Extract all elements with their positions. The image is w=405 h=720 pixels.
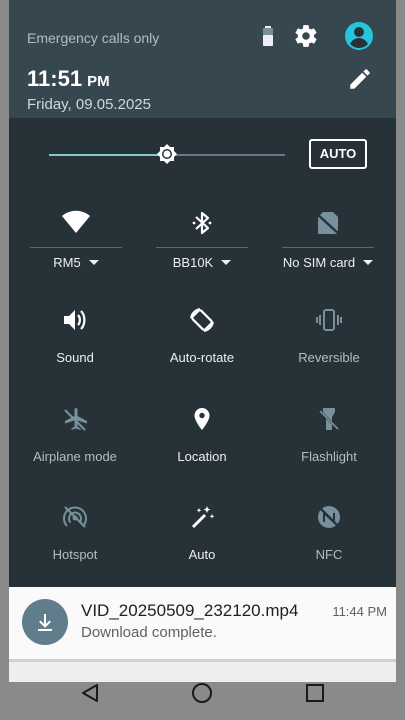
brightness-auto-button[interactable]: AUTO (309, 139, 367, 169)
wifi-icon (62, 210, 90, 233)
magic-wand-icon (191, 506, 215, 529)
chevron-down-icon[interactable] (88, 260, 99, 266)
navigation-bar (0, 682, 405, 720)
quick-settings-header: Emergency calls only 11:51 PM Friday, 09.… (9, 0, 396, 118)
sim-label: No SIM card (282, 255, 356, 270)
tile-label: NFC (315, 547, 343, 562)
next-notification-peek[interactable] (9, 659, 396, 682)
home-button[interactable] (172, 682, 232, 706)
notification-subtitle: Download complete. (81, 624, 217, 641)
recents-button[interactable] (285, 682, 345, 706)
back-button[interactable] (60, 682, 120, 706)
tile-airplane-mode[interactable]: Airplane mode (13, 405, 137, 464)
tile-label: Sound (56, 350, 94, 365)
tile-flashlight[interactable]: Flashlight (267, 405, 391, 464)
download-icon (38, 614, 52, 631)
brightness-fill (49, 154, 167, 156)
clock: 11:51 PM (27, 66, 110, 92)
divider (30, 247, 122, 248)
tile-reversible[interactable]: Reversible (267, 306, 391, 365)
notification-time: 11:44 PM (332, 604, 387, 619)
date: Friday, 09.05.2025 (27, 96, 151, 113)
home-icon (192, 683, 212, 703)
carrier-status: Emergency calls only (27, 30, 160, 46)
chevron-down-icon[interactable] (221, 260, 232, 266)
rotate-icon (190, 308, 214, 332)
back-icon (82, 684, 98, 702)
account-icon[interactable] (344, 21, 374, 51)
no-sim-icon (316, 212, 340, 235)
tile-nfc[interactable]: NFC (267, 503, 391, 562)
tile-label: Flashlight (301, 449, 357, 464)
clock-ampm: PM (87, 73, 110, 90)
quick-settings-panel: Emergency calls only 11:51 PM Friday, 09.… (9, 0, 396, 682)
divider (9, 659, 396, 662)
tile-location[interactable]: Location (140, 405, 264, 464)
tile-wifi[interactable]: RM5 (17, 208, 135, 270)
hotspot-off-icon (63, 506, 87, 528)
tile-label: Reversible (298, 350, 360, 365)
volume-icon (64, 310, 86, 330)
notification-title: VID_20250509_232120.mp4 (81, 601, 299, 620)
divider (156, 247, 248, 248)
tile-label: Location (177, 449, 227, 464)
nfc-off-icon (318, 506, 340, 528)
wifi-network-label: RM5 (53, 255, 81, 270)
tile-auto[interactable]: Auto (140, 503, 264, 562)
clock-time: 11:51 (27, 66, 83, 91)
bluetooth-icon (192, 211, 212, 235)
tile-sim[interactable]: No SIM card (269, 208, 387, 270)
tile-sound[interactable]: Sound (13, 306, 137, 365)
notification-icon-circle (22, 599, 68, 645)
tile-label: Airplane mode (33, 449, 117, 464)
tile-label: Hotspot (52, 547, 98, 562)
location-icon (194, 408, 210, 430)
tile-bluetooth[interactable]: BB10K (143, 208, 261, 270)
gear-icon[interactable] (293, 23, 319, 49)
tile-label: Auto-rotate (169, 350, 235, 365)
airplane-off-icon (64, 408, 87, 431)
divider (282, 247, 374, 248)
brightness-thumb-icon[interactable] (153, 141, 181, 169)
vibrate-icon (316, 309, 342, 331)
chevron-down-icon[interactable] (363, 260, 374, 266)
tile-auto-rotate[interactable]: Auto-rotate (140, 306, 264, 365)
tile-hotspot[interactable]: Hotspot (13, 503, 137, 562)
tile-label: Auto (188, 547, 216, 562)
recents-icon (306, 684, 324, 702)
download-notification[interactable]: VID_20250509_232120.mp4 Download complet… (9, 587, 396, 659)
edit-icon[interactable] (347, 66, 373, 92)
bluetooth-device-label: BB10K (172, 255, 214, 270)
flashlight-off-icon (319, 408, 339, 430)
battery-icon (263, 26, 273, 46)
